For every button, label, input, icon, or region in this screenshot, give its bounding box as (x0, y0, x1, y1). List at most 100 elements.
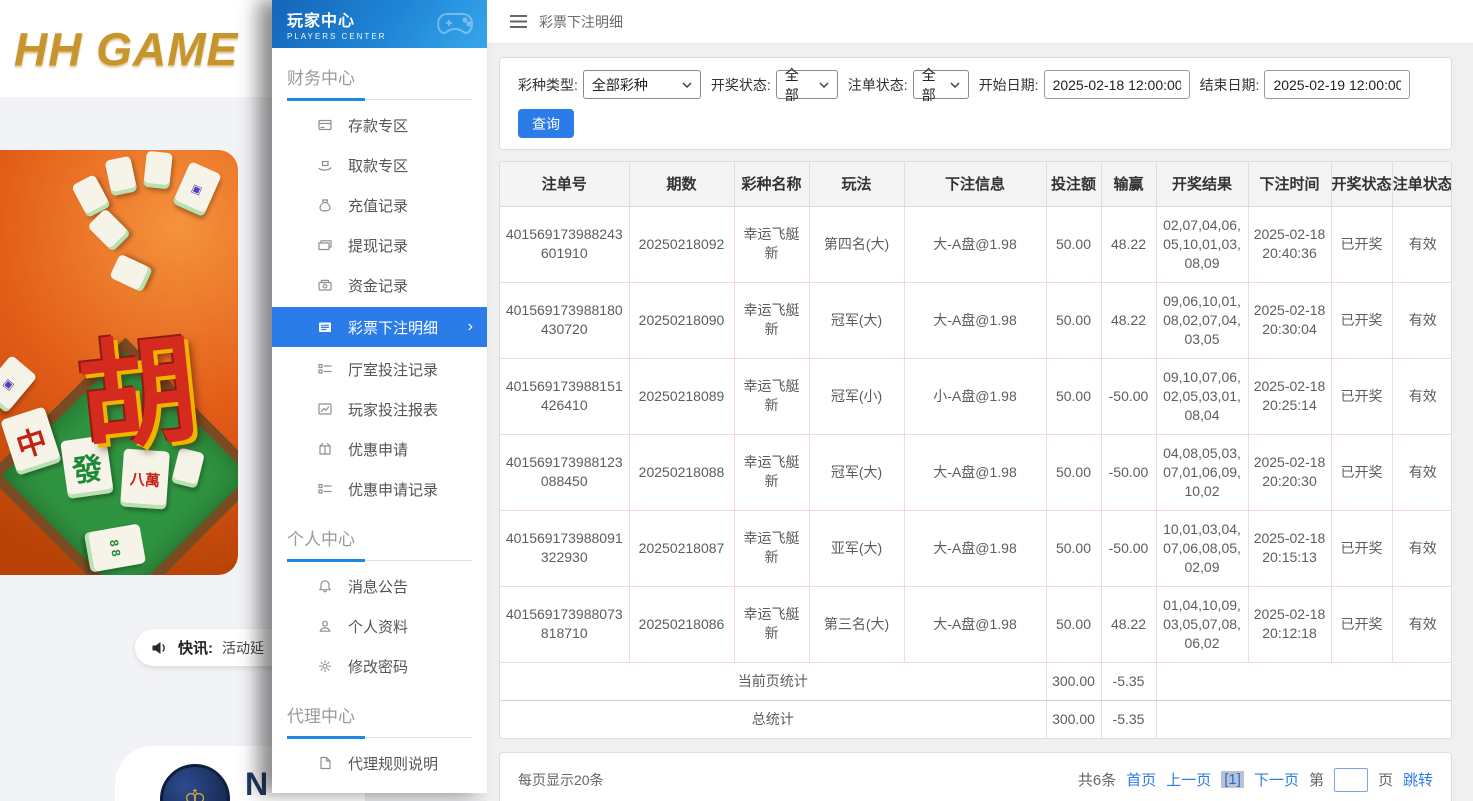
sidebar-item-label: 优惠申请 (348, 439, 408, 460)
sidebar-item-label: 厅室投注记录 (348, 359, 438, 380)
column-header: 输赢 (1101, 162, 1156, 206)
start-date-label: 开始日期: (979, 75, 1039, 95)
table-row: 40156917398818043072020250218090幸运飞艇新冠军(… (500, 282, 1452, 358)
table-cell: 已开奖 (1331, 358, 1392, 434)
hamburger-icon[interactable] (510, 15, 527, 28)
table-cell: 10,01,03,04,07,06,08,05,02,09 (1156, 510, 1248, 586)
sidebar-item-funds-record[interactable]: 资金记录 (272, 265, 487, 305)
sidebar-item-profile-user[interactable]: 个人资料 (272, 606, 487, 646)
first-page-link[interactable]: 首页 (1126, 769, 1156, 790)
recharge-moneybag-icon (317, 197, 333, 213)
team-logo: ♔ (160, 764, 230, 801)
table-cell: 50.00 (1046, 206, 1101, 282)
bet-status-select[interactable]: 全部 (913, 70, 969, 99)
screen: HH GAME ▣ 中 發 八萬 8 8 ▣ 胡 快讯: 活动延 ♔ (0, 0, 1473, 801)
chevron-down-icon (950, 82, 960, 88)
summary-bet-total: 300.00 (1046, 700, 1101, 738)
draw-status-select[interactable]: 全部 (776, 70, 838, 99)
section-title: 代理中心 (287, 702, 472, 727)
summary-winloss-total: -5.35 (1101, 662, 1156, 700)
sidebar-item-withdraw-cash[interactable]: 提现记录 (272, 225, 487, 265)
page-size-text: 每页显示20条 (518, 770, 604, 790)
table-cell: 大-A盘@1.98 (904, 206, 1046, 282)
table-cell: 2025-02-18 20:25:14 (1248, 358, 1331, 434)
profile-user-icon (317, 618, 333, 634)
table-cell: 50.00 (1046, 510, 1101, 586)
sidebar: 玩家中心 PLAYERS CENTER 财务中心存款专区取款专区充值记录提现记录… (272, 0, 487, 793)
table-row: 40156917398812308845020250218088幸运飞艇新冠军(… (500, 434, 1452, 510)
table-row: 40156917398809132293020250218087幸运飞艇新亚军(… (500, 510, 1452, 586)
gamepad-icon (437, 6, 477, 40)
sidebar-item-promo-records[interactable]: 优惠申请记录 (272, 469, 487, 509)
promo-banner-image: ▣ 中 發 八萬 8 8 ▣ 胡 (0, 150, 238, 575)
summary-blank (1156, 662, 1452, 700)
sidebar-item-label: 彩票下注明细 (348, 317, 438, 338)
sidebar-item-agent-rules-doc[interactable]: 代理规则说明 (272, 743, 487, 783)
sidebar-item-label: 资金记录 (348, 275, 408, 296)
promo-records-icon (317, 481, 333, 497)
sidebar-nav: 财务中心存款专区取款专区充值记录提现记录资金记录彩票下注明细›厅室投注记录玩家投… (272, 64, 487, 793)
table-cell: 401569173988123088450 (500, 434, 629, 510)
column-header: 彩种名称 (734, 162, 809, 206)
sidebar-item-promo-apply[interactable]: 优惠申请 (272, 429, 487, 469)
table-cell: 401569173988180430720 (500, 282, 629, 358)
next-page-link[interactable]: 下一页 (1254, 769, 1299, 790)
sidebar-item-password-gear[interactable]: 修改密码 (272, 646, 487, 686)
sidebar-item-message-bell[interactable]: 消息公告 (272, 566, 487, 606)
start-date-input[interactable] (1044, 70, 1190, 99)
summary-row: 当前页统计300.00-5.35 (500, 662, 1452, 700)
table-cell: 401569173988243601910 (500, 206, 629, 282)
table-cell: 亚军(大) (809, 510, 904, 586)
table-cell: 20250218089 (629, 358, 734, 434)
sidebar-header: 玩家中心 PLAYERS CENTER (272, 0, 487, 48)
lottery-type-label: 彩种类型: (518, 75, 578, 95)
query-button[interactable]: 查询 (518, 109, 574, 138)
column-header: 开奖状态 (1331, 162, 1392, 206)
lottery-type-select[interactable]: 全部彩种 (583, 70, 701, 99)
sidebar-item-label: 存款专区 (348, 115, 408, 136)
sidebar-item-label: 充值记录 (348, 195, 408, 216)
table-cell: 有效 (1392, 282, 1452, 358)
sidebar-item-withdraw-hand[interactable]: 取款专区 (272, 145, 487, 185)
ticker-text: 活动延 (222, 638, 264, 658)
sidebar-item-player-report[interactable]: 玩家投注报表 (272, 389, 487, 429)
sidebar-item-lottery-detail[interactable]: 彩票下注明细› (272, 307, 487, 347)
total-count-text: 共6条 (1078, 769, 1116, 790)
banner-hu-character: 胡 (69, 292, 204, 474)
end-date-input[interactable] (1264, 70, 1410, 99)
table-cell: 2025-02-18 20:20:30 (1248, 434, 1331, 510)
column-header: 注单号 (500, 162, 629, 206)
filter-panel: 彩种类型: 全部彩种 开奖状态: 全部 注单状态: 全部 (499, 57, 1452, 150)
table-cell: -50.00 (1101, 510, 1156, 586)
table-cell: 已开奖 (1331, 282, 1392, 358)
jump-page-input[interactable] (1334, 768, 1368, 792)
table-cell: 小-A盘@1.98 (904, 358, 1046, 434)
table-cell: 48.22 (1101, 586, 1156, 662)
section-divider (287, 736, 472, 739)
table-cell: 20250218092 (629, 206, 734, 282)
mahjong-tile (105, 156, 138, 197)
sidebar-item-deposit-card[interactable]: 存款专区 (272, 105, 487, 145)
deposit-card-icon (317, 117, 333, 133)
section-divider (287, 98, 472, 101)
sidebar-item-hall-records[interactable]: 厅室投注记录 (272, 349, 487, 389)
prev-page-link[interactable]: 上一页 (1166, 769, 1211, 790)
sidebar-item-recharge-moneybag[interactable]: 充值记录 (272, 185, 487, 225)
hall-records-icon (317, 361, 333, 377)
table-cell: 401569173988151426410 (500, 358, 629, 434)
summary-winloss-total: -5.35 (1101, 700, 1156, 738)
mahjong-tile: ▣ (0, 355, 37, 414)
table-cell: 有效 (1392, 358, 1452, 434)
table-cell: -50.00 (1101, 434, 1156, 510)
promo-apply-icon (317, 441, 333, 457)
mahjong-tile (143, 151, 173, 190)
jump-button[interactable]: 跳转 (1403, 769, 1433, 790)
table-cell: 401569173988073818710 (500, 586, 629, 662)
table-cell: 50.00 (1046, 434, 1101, 510)
sidebar-item-agent-team-stats[interactable]: 代理团队统计 (272, 783, 487, 793)
table-cell: 有效 (1392, 510, 1452, 586)
table-cell: 50.00 (1046, 586, 1101, 662)
speaker-icon (151, 640, 169, 656)
table-cell: 20250218088 (629, 434, 734, 510)
table-cell: 已开奖 (1331, 510, 1392, 586)
